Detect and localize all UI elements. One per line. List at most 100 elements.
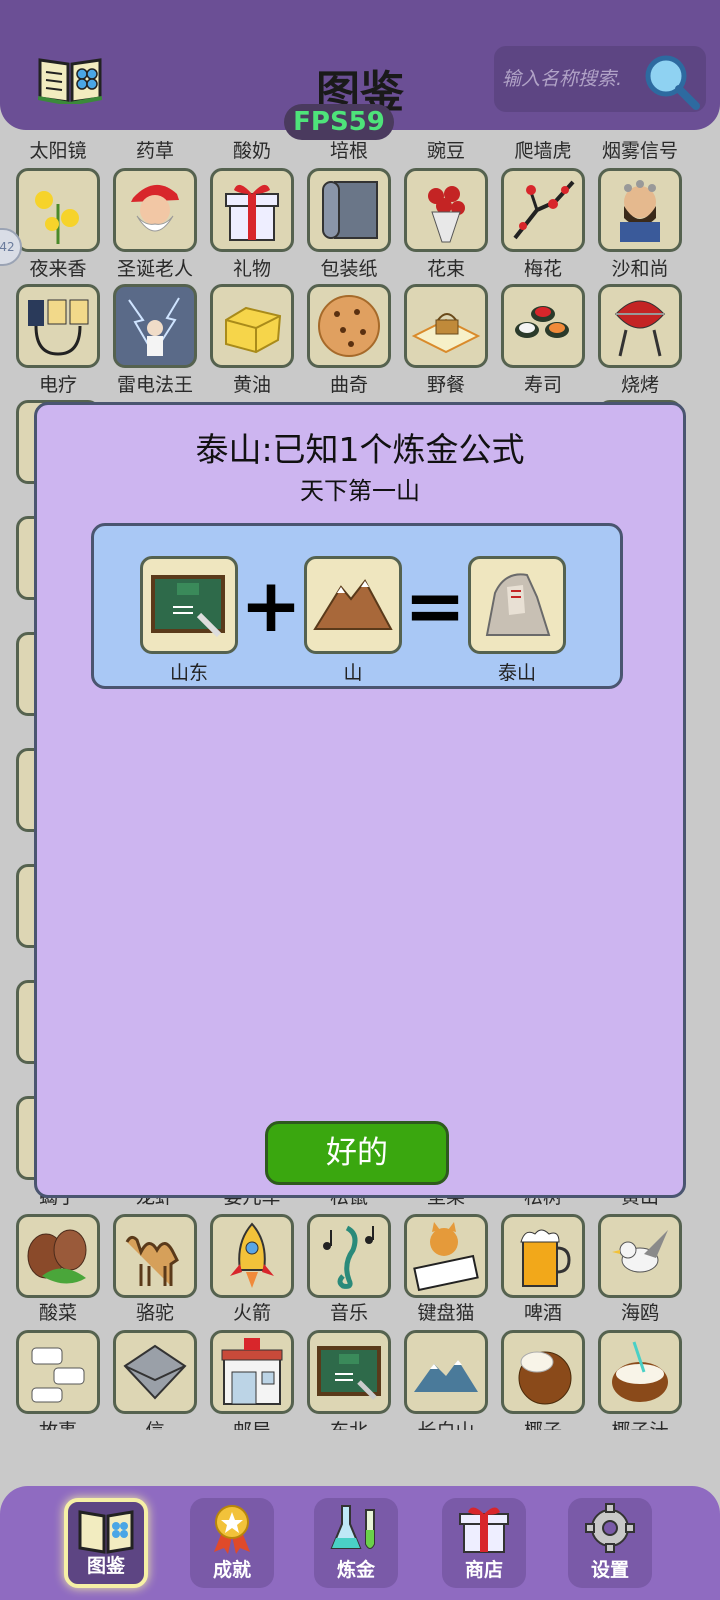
item-tile-sauerkraut[interactable] [16, 1214, 100, 1298]
sauerkraut-icon [27, 1229, 87, 1284]
item-tile-rocket[interactable] [210, 1214, 294, 1298]
item-tile-sushi[interactable] [501, 284, 585, 368]
item-label: 爬墙虎 [514, 140, 572, 162]
item-tile-bouquet[interactable] [404, 168, 488, 252]
item-tile-gift[interactable] [210, 168, 294, 252]
medal-icon [214, 1505, 250, 1554]
mountain-icon [313, 579, 393, 630]
nav-tab-alchemy[interactable]: 炼金 [314, 1498, 398, 1588]
chalkboard-icon [151, 575, 225, 638]
item-label: 啤酒 [523, 1302, 562, 1324]
item-tile-thunder-king[interactable] [113, 284, 197, 368]
dialog-subtitle: 天下第一山 [300, 477, 420, 505]
rocket-icon [230, 1222, 274, 1288]
item-label: 曲奇 [329, 374, 368, 396]
electrotherapy-icon [28, 299, 89, 356]
item-tile-coconut[interactable] [501, 1330, 585, 1414]
item-tile-letter[interactable] [113, 1330, 197, 1414]
item-tile-plum-blossom[interactable] [501, 168, 585, 252]
item-tile-barbecue[interactable] [598, 284, 682, 368]
gift-icon [459, 1507, 509, 1553]
item-tile-camel[interactable] [113, 1214, 197, 1298]
item-tile-seagull[interactable] [598, 1214, 682, 1298]
formula-ingredient-a[interactable] [140, 556, 238, 654]
plum-blossom-icon [513, 180, 575, 240]
item-tile-cookie[interactable] [307, 284, 391, 368]
speech-bubbles-icon [31, 1347, 85, 1403]
item-label: 圣诞老人 [116, 258, 193, 280]
item-tile-keyboard-cat[interactable] [404, 1214, 488, 1298]
item-label: 椰子汁 [590, 1416, 690, 1430]
sha-monk-icon [620, 180, 660, 242]
item-tile-beer[interactable] [501, 1214, 585, 1298]
item-tile-coconut-juice[interactable] [598, 1330, 682, 1414]
item-label: 邮局 [202, 1416, 302, 1430]
magnifier-icon[interactable] [642, 52, 702, 110]
sushi-icon [515, 306, 569, 338]
item-tile-evening-primrose[interactable] [16, 168, 100, 252]
ok-button[interactable]: 好的 [265, 1121, 449, 1185]
item-label: 夜来香 [29, 258, 87, 280]
music-note-icon [323, 1225, 374, 1289]
item-tile-story[interactable] [16, 1330, 100, 1414]
formula-result[interactable] [468, 556, 566, 654]
nav-tab-shop[interactable]: 商店 [442, 1498, 526, 1588]
item-label: 电疗 [38, 374, 77, 396]
item-label: 梅花 [523, 258, 562, 280]
item-label: 长白山 [396, 1416, 496, 1430]
item-label: 烟雾信号 [601, 140, 678, 162]
nav-label: 成就 [212, 1559, 251, 1581]
seagull-icon [612, 1230, 668, 1273]
item-tile-wrapping-paper[interactable] [307, 168, 391, 252]
search-input[interactable] [502, 62, 642, 96]
item-tile-electrotherapy[interactable] [16, 284, 100, 368]
nav-label: 炼金 [336, 1559, 375, 1581]
item-tile-sha-monk[interactable] [598, 168, 682, 252]
item-tile-music[interactable] [307, 1214, 391, 1298]
formula-ingredient-b[interactable] [304, 556, 402, 654]
item-label: 音乐 [329, 1302, 368, 1324]
item-label: 骆驼 [135, 1302, 174, 1324]
butter-icon [225, 306, 282, 354]
item-label: 包装纸 [320, 258, 378, 280]
nav-tab-achievements[interactable]: 成就 [190, 1498, 274, 1588]
item-label: 雷电法王 [116, 374, 193, 396]
bouquet-icon [428, 186, 465, 243]
bottom-nav: 图鉴 成就 炼金 商店 设置 [0, 1486, 720, 1600]
item-label: 故事 [8, 1416, 108, 1430]
nav-tab-handbook[interactable]: 图鉴 [64, 1498, 148, 1588]
item-tile-santa[interactable] [113, 168, 197, 252]
item-label: 火箭 [232, 1302, 271, 1324]
item-label: 野餐 [426, 374, 465, 396]
formula-panel: 山东 + 山 = 泰山 [91, 523, 623, 689]
grill-icon [614, 300, 666, 357]
item-label: 礼物 [232, 258, 271, 280]
item-tile-butter[interactable] [210, 284, 294, 368]
equals-sign: = [404, 563, 467, 649]
formula-label-b: 山 [343, 662, 363, 684]
gift-icon [225, 184, 279, 241]
item-label: 信 [105, 1416, 205, 1430]
item-label: 键盘猫 [417, 1302, 475, 1324]
item-label: 酸菜 [38, 1302, 77, 1324]
flask-icon [330, 1505, 375, 1549]
item-tile-picnic[interactable] [404, 284, 488, 368]
nav-label: 图鉴 [86, 1555, 125, 1577]
gear-icon [585, 1503, 635, 1553]
chalkboard-icon [317, 1346, 381, 1400]
item-label: 花束 [426, 258, 465, 280]
snow-mountain-icon [414, 1360, 478, 1392]
formula-label-result: 泰山 [497, 662, 536, 684]
picnic-icon [411, 313, 481, 354]
coconut-icon [518, 1351, 572, 1405]
item-tile-northeast[interactable] [307, 1330, 391, 1414]
fps-counter: FPS59 [284, 104, 394, 140]
item-tile-post-office[interactable] [210, 1330, 294, 1414]
item-tile-changbai-mountain[interactable] [404, 1330, 488, 1414]
beer-icon [520, 1229, 571, 1287]
plus-sign: + [240, 563, 303, 649]
envelope-icon [123, 1344, 187, 1400]
nav-tab-settings[interactable]: 设置 [568, 1498, 652, 1588]
nav-label: 设置 [590, 1559, 629, 1581]
post-office-icon [221, 1338, 283, 1405]
